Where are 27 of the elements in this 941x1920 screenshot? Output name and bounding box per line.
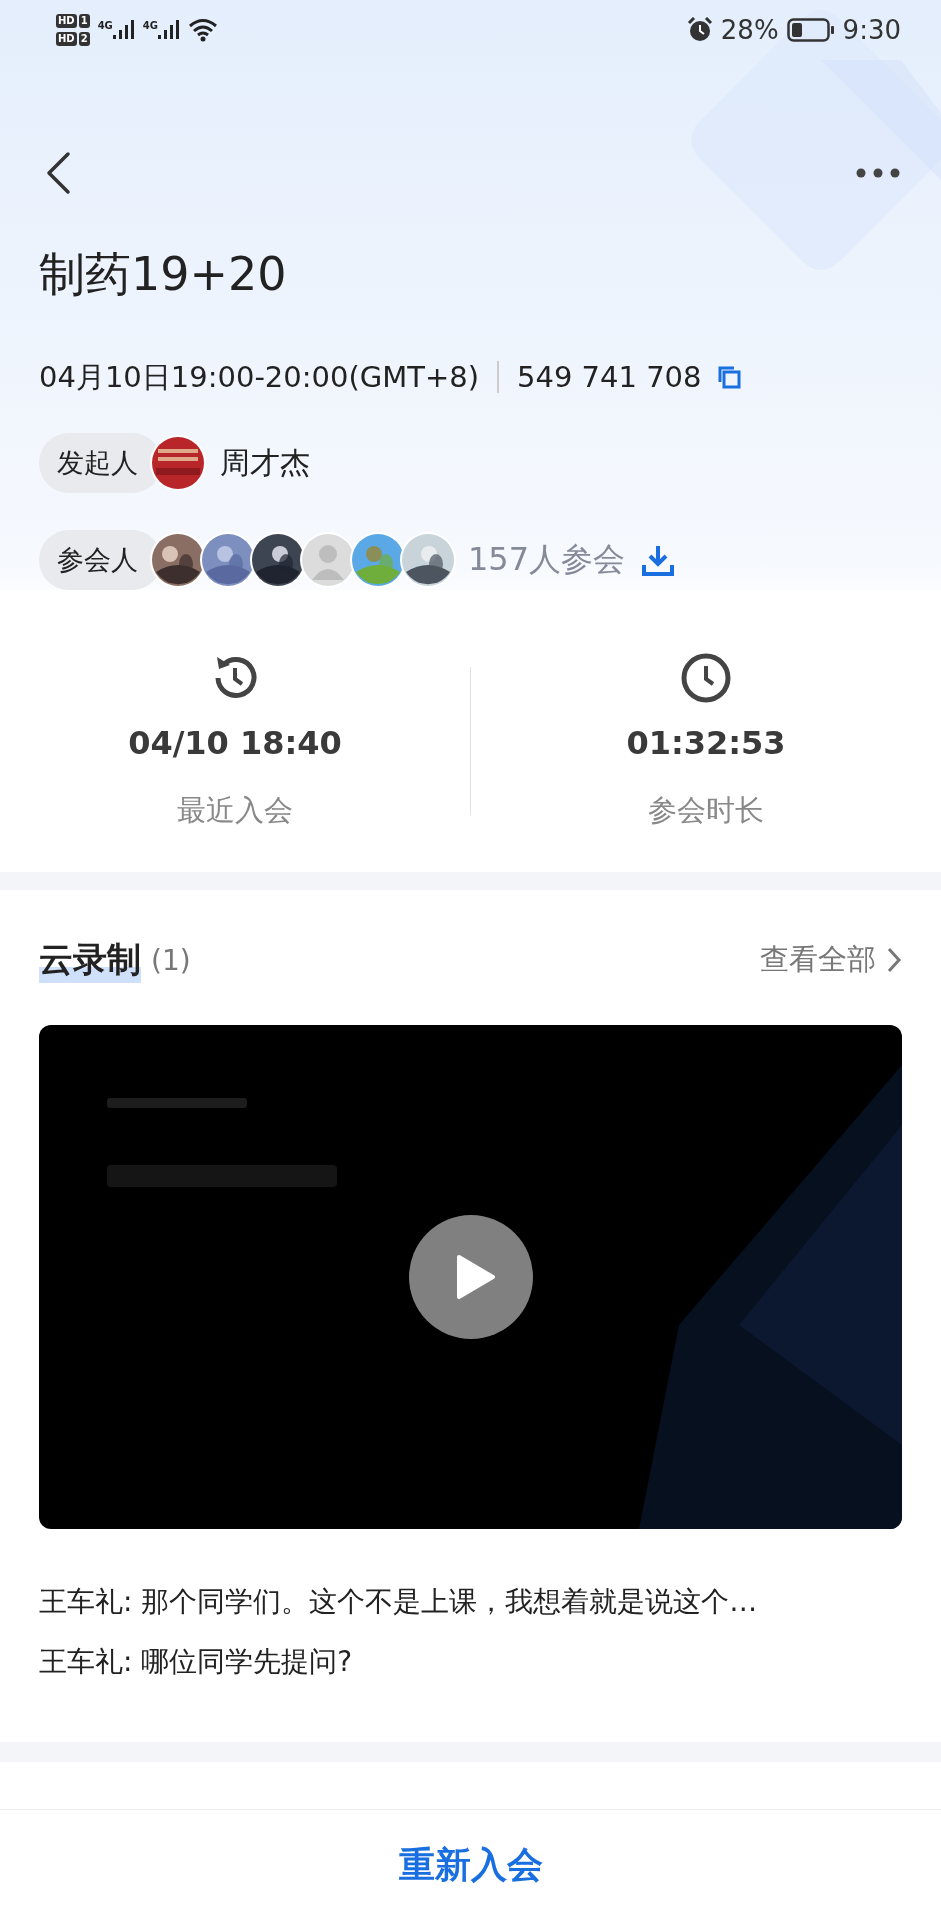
wifi-icon: [188, 18, 218, 42]
participant-count: 157人参会: [468, 539, 626, 580]
host-name: 周才杰: [220, 443, 310, 482]
transcript-line: 王车礼: 那个同学们。这个不是上课，我想着就是说这个…: [39, 1584, 759, 1620]
clock-time: 9:30: [842, 15, 901, 45]
signal-indicator: 4G: [142, 20, 180, 40]
stat-label: 参会时长: [648, 792, 764, 829]
view-all-link[interactable]: 查看全部: [760, 940, 876, 980]
recording-count: (1): [151, 943, 191, 977]
back-icon[interactable]: [44, 151, 72, 195]
more-icon[interactable]: [855, 167, 901, 179]
avatar-icon: [300, 532, 356, 588]
battery-icon: [786, 18, 835, 42]
stat-label: 最近入会: [177, 792, 293, 829]
signal-indicator: 4G: [97, 20, 135, 40]
clock-icon: [679, 651, 733, 705]
download-icon[interactable]: [641, 543, 676, 577]
meeting-title: 制药19+20: [39, 246, 288, 302]
battery-percent: 28%: [720, 15, 779, 45]
stat-value: 04/10 18:40: [128, 723, 342, 763]
rejoin-button[interactable]: 重新入会: [388, 1836, 553, 1894]
alarm-icon: [686, 17, 713, 43]
stat-value: 01:32:53: [626, 723, 786, 763]
meeting-id: 549 741 708: [517, 359, 702, 396]
meeting-time: 04月10日19:00-20:00(GMT+8): [39, 359, 479, 396]
chevron-right-icon[interactable]: [886, 946, 902, 974]
transcript-line: 王车礼: 哪位同学先提问?: [39, 1644, 354, 1680]
